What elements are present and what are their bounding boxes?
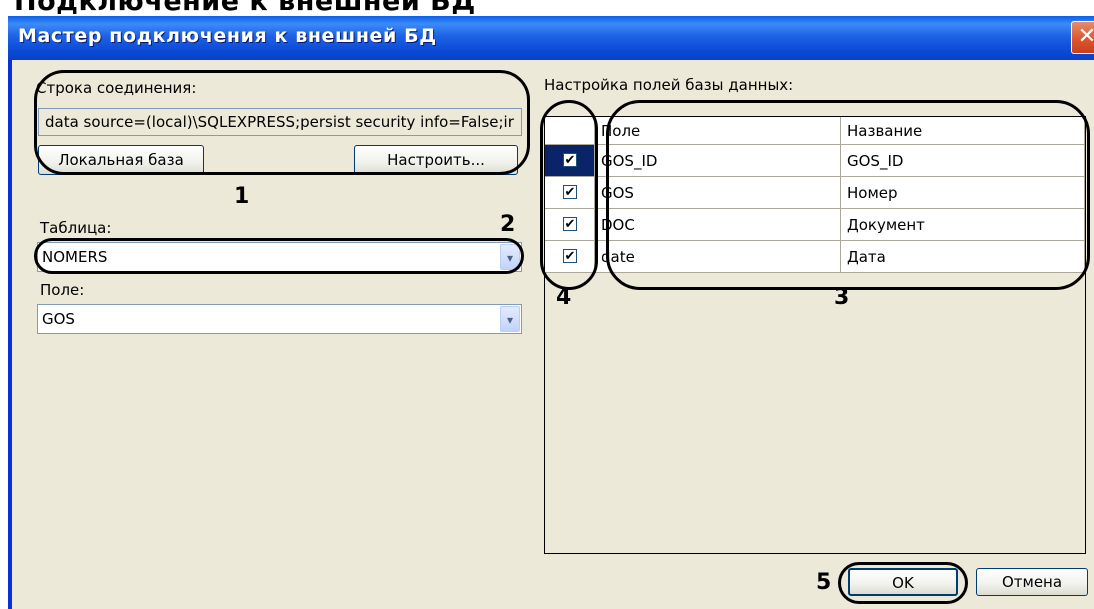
- table-label: Таблица:: [40, 219, 112, 237]
- table-row[interactable]: ✔ DOC Документ: [545, 209, 1085, 241]
- check-cell[interactable]: ✔: [545, 241, 595, 273]
- window-title: Мастер подключения к внешней БД: [18, 25, 437, 47]
- callout-5: 5: [816, 570, 832, 595]
- row-checkbox[interactable]: ✔: [563, 217, 577, 231]
- field-cell[interactable]: date: [595, 241, 841, 273]
- check-cell[interactable]: ✔: [545, 145, 595, 177]
- field-cell[interactable]: GOS: [595, 177, 841, 209]
- field-label: Поле:: [40, 281, 85, 299]
- page-heading-strip: Подключение к внешней БД: [0, 0, 1094, 16]
- chevron-down-icon[interactable]: ▾: [500, 306, 520, 332]
- cancel-button[interactable]: Отмена: [976, 568, 1088, 596]
- configure-button[interactable]: Настроить...: [354, 145, 518, 175]
- dialog-client-area: Строка соединения: data source=(local)\S…: [12, 60, 1094, 609]
- local-db-button[interactable]: Локальная база: [38, 145, 204, 175]
- table-row[interactable]: ✔ date Дата: [545, 241, 1085, 273]
- table-row[interactable]: ✔ GOS_ID GOS_ID: [545, 145, 1085, 177]
- table-select-value: NOMERS: [42, 248, 108, 266]
- field-select[interactable]: GOS ▾: [37, 304, 522, 334]
- db-fields-label: Настройка полей базы данных:: [544, 76, 794, 94]
- callout-1: 1: [234, 184, 250, 209]
- row-checkbox[interactable]: ✔: [563, 153, 577, 167]
- connection-string-field[interactable]: data source=(local)\SQLEXPRESS;persist s…: [38, 108, 522, 136]
- field-cell[interactable]: DOC: [595, 209, 841, 241]
- row-checkbox[interactable]: ✔: [563, 249, 577, 263]
- name-cell[interactable]: Документ: [841, 209, 1085, 241]
- close-icon: ✕: [1077, 24, 1094, 49]
- field-cell[interactable]: GOS_ID: [595, 145, 841, 177]
- check-cell[interactable]: ✔: [545, 209, 595, 241]
- grid-header-name[interactable]: Название: [841, 117, 1085, 145]
- title-bar[interactable]: Мастер подключения к внешней БД ✕: [8, 16, 1094, 60]
- table-select[interactable]: NOMERS ▾: [37, 242, 522, 272]
- name-cell[interactable]: Дата: [841, 241, 1085, 273]
- name-cell[interactable]: GOS_ID: [841, 145, 1085, 177]
- grid-header-check: [545, 117, 595, 145]
- field-select-value: GOS: [42, 310, 75, 328]
- dialog-window: Мастер подключения к внешней БД ✕ Строка…: [8, 16, 1094, 609]
- callout-4: 4: [556, 285, 572, 310]
- page-heading: Подключение к внешней БД: [14, 0, 476, 16]
- row-checkbox[interactable]: ✔: [563, 185, 577, 199]
- chevron-down-icon[interactable]: ▾: [500, 244, 520, 270]
- check-cell[interactable]: ✔: [545, 177, 595, 209]
- callout-2: 2: [500, 212, 516, 237]
- connection-string-label: Строка соединения:: [36, 79, 197, 97]
- close-button[interactable]: ✕: [1071, 21, 1094, 54]
- ok-button[interactable]: OK: [848, 568, 958, 596]
- name-cell[interactable]: Номер: [841, 177, 1085, 209]
- table-row[interactable]: ✔ GOS Номер: [545, 177, 1085, 209]
- grid-header-field[interactable]: Поле: [595, 117, 841, 145]
- db-fields-grid: Поле Название ✔ GOS_ID GOS_ID ✔ GOS Номе…: [544, 116, 1086, 554]
- callout-3: 3: [834, 285, 850, 310]
